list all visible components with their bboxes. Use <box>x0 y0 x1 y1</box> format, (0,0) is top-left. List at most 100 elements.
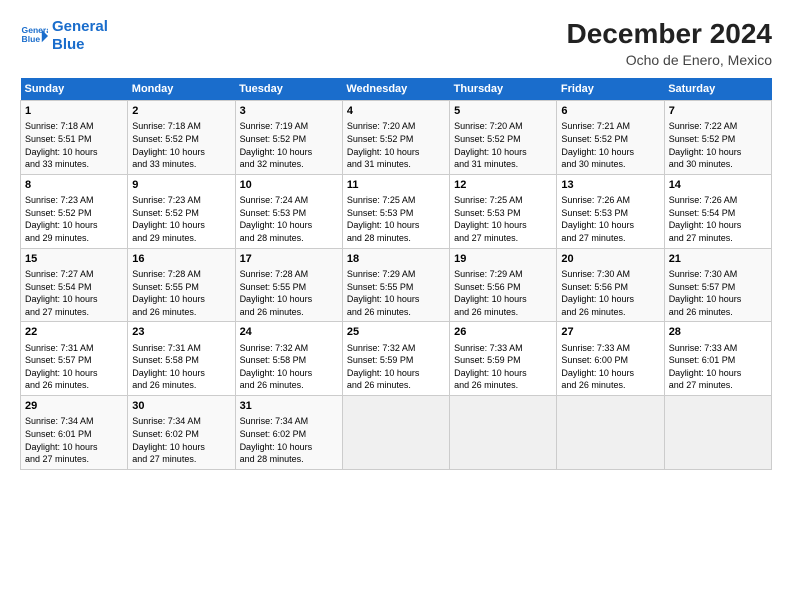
cell-line: Sunrise: 7:34 AM <box>25 415 123 428</box>
calendar-cell: 21Sunrise: 7:30 AMSunset: 5:57 PMDayligh… <box>664 248 771 322</box>
cell-line: and 30 minutes. <box>561 158 659 171</box>
cell-line: and 28 minutes. <box>240 453 338 466</box>
day-number: 21 <box>669 252 767 267</box>
cell-line: and 27 minutes. <box>25 306 123 319</box>
cell-line: Daylight: 10 hours <box>669 219 767 232</box>
day-number: 30 <box>132 399 230 414</box>
cell-line: Sunrise: 7:29 AM <box>347 268 445 281</box>
calendar-cell: 1Sunrise: 7:18 AMSunset: 5:51 PMDaylight… <box>21 101 128 175</box>
cell-line: Daylight: 10 hours <box>25 219 123 232</box>
cell-line: Sunset: 5:58 PM <box>240 354 338 367</box>
cell-line: Daylight: 10 hours <box>132 146 230 159</box>
day-number: 3 <box>240 104 338 119</box>
cell-line: Sunrise: 7:33 AM <box>561 342 659 355</box>
calendar-cell: 30Sunrise: 7:34 AMSunset: 6:02 PMDayligh… <box>128 396 235 470</box>
cell-line: Daylight: 10 hours <box>347 146 445 159</box>
cell-line: Daylight: 10 hours <box>347 367 445 380</box>
day-number: 22 <box>25 325 123 340</box>
day-number: 27 <box>561 325 659 340</box>
cell-line: Daylight: 10 hours <box>454 367 552 380</box>
cell-line: and 27 minutes. <box>669 379 767 392</box>
calendar-cell: 6Sunrise: 7:21 AMSunset: 5:52 PMDaylight… <box>557 101 664 175</box>
cell-line: and 31 minutes. <box>454 158 552 171</box>
cell-line: Daylight: 10 hours <box>240 146 338 159</box>
cell-line: Sunrise: 7:18 AM <box>132 120 230 133</box>
cell-line: Sunset: 5:52 PM <box>240 133 338 146</box>
calendar-cell: 25Sunrise: 7:32 AMSunset: 5:59 PMDayligh… <box>342 322 449 396</box>
cell-line: and 26 minutes. <box>347 306 445 319</box>
cell-line: Daylight: 10 hours <box>132 441 230 454</box>
page: General Blue General Blue December 2024 … <box>0 0 792 612</box>
day-number: 15 <box>25 252 123 267</box>
calendar-cell: 20Sunrise: 7:30 AMSunset: 5:56 PMDayligh… <box>557 248 664 322</box>
calendar-cell: 26Sunrise: 7:33 AMSunset: 5:59 PMDayligh… <box>450 322 557 396</box>
cell-line: Sunset: 5:52 PM <box>25 207 123 220</box>
cell-line: Sunrise: 7:22 AM <box>669 120 767 133</box>
calendar-cell: 5Sunrise: 7:20 AMSunset: 5:52 PMDaylight… <box>450 101 557 175</box>
calendar-cell: 2Sunrise: 7:18 AMSunset: 5:52 PMDaylight… <box>128 101 235 175</box>
cell-line: Sunset: 5:52 PM <box>561 133 659 146</box>
cell-line: Sunset: 6:02 PM <box>240 428 338 441</box>
day-number: 14 <box>669 178 767 193</box>
cell-line: and 30 minutes. <box>669 158 767 171</box>
cell-line: Sunrise: 7:27 AM <box>25 268 123 281</box>
cell-line: and 26 minutes. <box>240 379 338 392</box>
day-number: 2 <box>132 104 230 119</box>
cell-line: Sunrise: 7:23 AM <box>132 194 230 207</box>
day-number: 18 <box>347 252 445 267</box>
header: General Blue General Blue December 2024 … <box>20 18 772 68</box>
calendar-cell: 8Sunrise: 7:23 AMSunset: 5:52 PMDaylight… <box>21 174 128 248</box>
calendar-cell: 22Sunrise: 7:31 AMSunset: 5:57 PMDayligh… <box>21 322 128 396</box>
cell-line: Daylight: 10 hours <box>561 219 659 232</box>
cell-line: Daylight: 10 hours <box>454 146 552 159</box>
cell-line: and 27 minutes. <box>561 232 659 245</box>
cell-line: Daylight: 10 hours <box>25 146 123 159</box>
cell-line: Sunrise: 7:20 AM <box>454 120 552 133</box>
cell-line: Sunset: 6:00 PM <box>561 354 659 367</box>
col-header-tuesday: Tuesday <box>235 78 342 101</box>
cell-line: Sunrise: 7:33 AM <box>454 342 552 355</box>
cell-line: and 26 minutes. <box>240 306 338 319</box>
col-header-thursday: Thursday <box>450 78 557 101</box>
calendar-cell: 11Sunrise: 7:25 AMSunset: 5:53 PMDayligh… <box>342 174 449 248</box>
cell-line: and 26 minutes. <box>561 379 659 392</box>
cell-line: Daylight: 10 hours <box>561 146 659 159</box>
logo-icon: General Blue <box>20 22 48 50</box>
col-header-friday: Friday <box>557 78 664 101</box>
calendar-cell: 17Sunrise: 7:28 AMSunset: 5:55 PMDayligh… <box>235 248 342 322</box>
cell-line: Sunrise: 7:21 AM <box>561 120 659 133</box>
cell-line: Sunrise: 7:30 AM <box>669 268 767 281</box>
day-number: 11 <box>347 178 445 193</box>
cell-line: Sunrise: 7:28 AM <box>240 268 338 281</box>
cell-line: Sunrise: 7:34 AM <box>132 415 230 428</box>
cell-line: Sunrise: 7:26 AM <box>669 194 767 207</box>
cell-line: Sunset: 5:55 PM <box>240 281 338 294</box>
cell-line: Daylight: 10 hours <box>561 367 659 380</box>
day-number: 17 <box>240 252 338 267</box>
cell-line: Daylight: 10 hours <box>669 367 767 380</box>
col-header-wednesday: Wednesday <box>342 78 449 101</box>
cell-line: Sunset: 5:57 PM <box>669 281 767 294</box>
cell-line: and 31 minutes. <box>347 158 445 171</box>
day-number: 26 <box>454 325 552 340</box>
calendar-cell: 16Sunrise: 7:28 AMSunset: 5:55 PMDayligh… <box>128 248 235 322</box>
day-number: 25 <box>347 325 445 340</box>
cell-line: Daylight: 10 hours <box>561 293 659 306</box>
day-number: 5 <box>454 104 552 119</box>
col-header-monday: Monday <box>128 78 235 101</box>
cell-line: Sunset: 5:59 PM <box>347 354 445 367</box>
day-number: 16 <box>132 252 230 267</box>
cell-line: Daylight: 10 hours <box>132 293 230 306</box>
calendar-cell: 27 Sunrise: 7:33 AMSunset: 6:00 PMDayligh… <box>557 322 664 396</box>
day-number: 6 <box>561 104 659 119</box>
cell-line: Sunset: 5:52 PM <box>132 207 230 220</box>
day-number: 29 <box>25 399 123 414</box>
day-number: 23 <box>132 325 230 340</box>
day-number: 24 <box>240 325 338 340</box>
calendar-cell: 9Sunrise: 7:23 AMSunset: 5:52 PMDaylight… <box>128 174 235 248</box>
cell-line: Sunset: 5:53 PM <box>240 207 338 220</box>
calendar-cell: 3Sunrise: 7:19 AMSunset: 5:52 PMDaylight… <box>235 101 342 175</box>
cell-line: Daylight: 10 hours <box>25 293 123 306</box>
col-header-saturday: Saturday <box>664 78 771 101</box>
cell-line: Daylight: 10 hours <box>25 367 123 380</box>
